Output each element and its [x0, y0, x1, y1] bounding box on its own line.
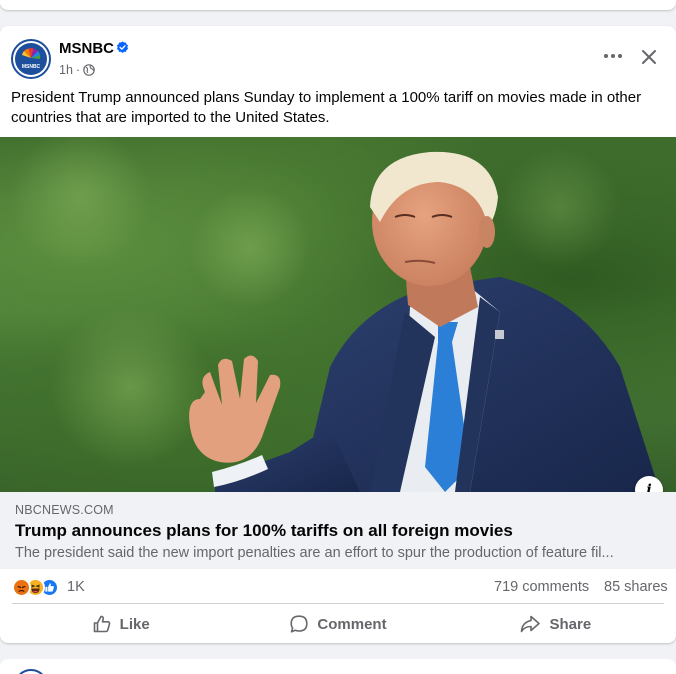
- hide-post-button[interactable]: [636, 44, 662, 70]
- link-domain: NBCNEWS.COM: [15, 503, 114, 517]
- avatar-label: MSNBC: [22, 64, 41, 70]
- shares-count[interactable]: 85 shares: [604, 579, 668, 595]
- comment-bubble-icon: [290, 615, 309, 633]
- share-label: Share: [549, 615, 592, 633]
- reactions-summary[interactable]: 1K: [12, 577, 85, 597]
- post-header: MSNBC MSNBC 1h ·: [0, 26, 676, 88]
- post-actions: Like Comment Share: [12, 606, 664, 642]
- msnbc-logo-icon: MSNBC: [15, 43, 47, 75]
- globe-icon: [83, 64, 95, 76]
- post-time[interactable]: 1h: [59, 63, 73, 77]
- stats-divider: [12, 603, 664, 604]
- next-post-avatar[interactable]: [14, 669, 48, 674]
- previous-post-card: [0, 0, 676, 10]
- like-label: Like: [119, 615, 150, 633]
- comment-label: Comment: [317, 615, 387, 633]
- comment-button[interactable]: Comment: [229, 606, 446, 642]
- more-options-button[interactable]: [598, 46, 628, 66]
- link-title: Trump announces plans for 100% tariffs o…: [15, 521, 513, 540]
- next-post-card: [0, 659, 676, 674]
- ellipsis-icon: [604, 54, 622, 58]
- close-icon: [642, 50, 656, 64]
- page-name[interactable]: MSNBC: [59, 40, 114, 57]
- photo-illustration: [10, 137, 660, 492]
- post-caption: President Trump announced plans Sunday t…: [11, 89, 642, 126]
- link-preview[interactable]: NBCNEWS.COM Trump announces plans for 10…: [0, 492, 676, 569]
- avatar[interactable]: MSNBC: [11, 39, 51, 79]
- post-meta: 1h ·: [59, 63, 95, 77]
- reaction-count: 1K: [67, 579, 85, 595]
- share-button[interactable]: Share: [447, 606, 664, 642]
- verified-badge-icon: [116, 41, 129, 53]
- like-button[interactable]: Like: [12, 606, 229, 642]
- meta-separator: ·: [75, 63, 81, 77]
- comments-count[interactable]: 719 comments: [494, 579, 589, 595]
- share-arrow-icon: [521, 615, 541, 633]
- link-description: The president said the new import penalt…: [15, 545, 614, 561]
- post-stats: 1K 719 comments 85 shares: [0, 569, 676, 604]
- post-card: MSNBC MSNBC 1h · President Trump announc…: [0, 26, 676, 643]
- post-photo[interactable]: [0, 137, 676, 492]
- thumbs-up-icon: [93, 615, 110, 633]
- angry-icon: [12, 577, 31, 597]
